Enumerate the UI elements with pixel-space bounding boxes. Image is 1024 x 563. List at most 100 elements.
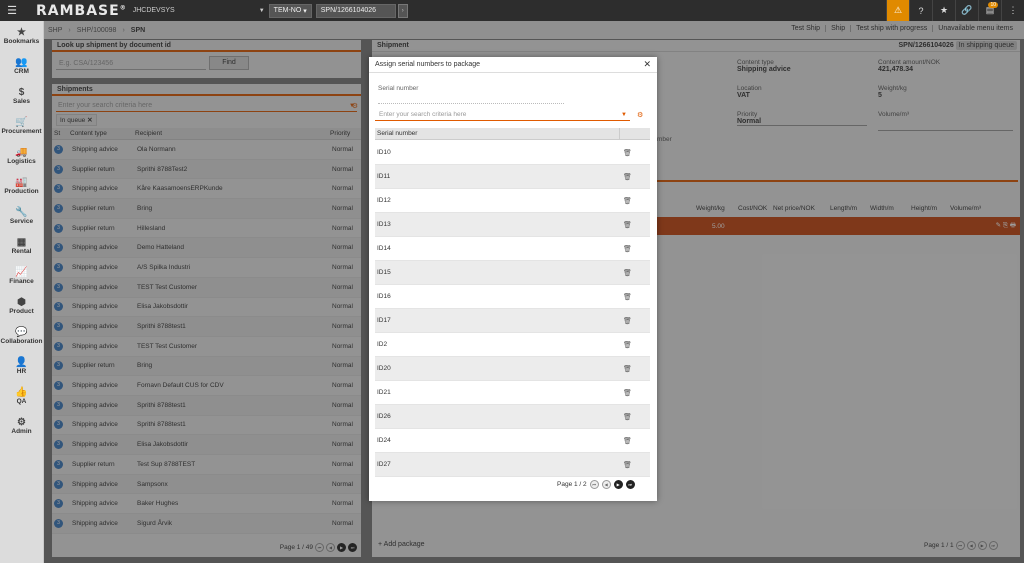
sidebar-item-qa[interactable]: 👍 QA <box>0 381 43 411</box>
trash-icon[interactable]: 🗑 <box>623 341 632 349</box>
brand-logo: RAMBASE® <box>36 2 127 19</box>
go-button[interactable]: › <box>397 3 408 18</box>
star-icon[interactable]: ★ <box>932 0 955 21</box>
trash-icon[interactable]: 🗑 <box>623 221 632 229</box>
prev-page-button[interactable]: ◀ <box>601 480 611 489</box>
assign-serial-dialog: Assign serial numbers to package ✕ Serial… <box>369 57 657 501</box>
sidebar-item-label: Logistics <box>7 158 36 165</box>
list-item[interactable]: ID26 🗑 <box>375 405 650 429</box>
list-item[interactable]: ID14 🗑 <box>375 237 650 261</box>
help-icon[interactable]: ? <box>909 0 932 21</box>
serial-value: ID20 <box>377 365 391 372</box>
serial-value: ID15 <box>377 269 391 276</box>
serial-value: ID12 <box>377 197 391 204</box>
serial-value: ID24 <box>377 437 391 444</box>
chevron-down-icon[interactable]: ▼ <box>617 112 627 118</box>
sidebar-item-label: QA <box>16 398 27 405</box>
thumbs-up-icon: 👍 <box>15 387 28 398</box>
chat-icon: 💬 <box>15 327 28 338</box>
list-item[interactable]: ID20 🗑 <box>375 357 650 381</box>
star-icon: ★ <box>17 27 26 38</box>
top-bar: ☰ RAMBASE® JHCDEVSYS ▼ TEM-NO ▾ SPN/1266… <box>0 0 1024 21</box>
sidebar-item-rental[interactable]: ▦ Rental <box>0 231 43 261</box>
sidebar-item-service[interactable]: 🔧 Service <box>0 201 43 231</box>
serial-search-input[interactable]: Enter your search criteria here ▼ <box>375 109 630 121</box>
trash-icon[interactable]: 🗑 <box>623 245 632 253</box>
wrench-icon: 🔧 <box>15 207 28 218</box>
trash-icon[interactable]: 🗑 <box>623 317 632 325</box>
sidebar-item-label: Bookmarks <box>3 38 40 45</box>
sidebar-item-hr[interactable]: 👤 HR <box>0 351 43 381</box>
trash-icon[interactable]: 🗑 <box>623 293 632 301</box>
document-input[interactable]: SPN/1266104026 <box>315 3 396 18</box>
menu-icon[interactable]: ☰ <box>2 0 22 21</box>
person-icon: 👤 <box>15 357 28 368</box>
trash-icon[interactable]: 🗑 <box>623 365 632 373</box>
serial-value: ID21 <box>377 389 391 396</box>
serial-value: ID27 <box>377 461 391 468</box>
money-bag-icon: $ <box>18 87 25 98</box>
sidebar-item-production[interactable]: 🏭 Production <box>0 171 43 201</box>
sidebar-item-label: Rental <box>11 248 32 255</box>
list-item[interactable]: ID13 🗑 <box>375 213 650 237</box>
trash-icon[interactable]: 🗑 <box>623 269 632 277</box>
first-page-button[interactable]: ⏮ <box>589 480 599 489</box>
sidebar-item-sales[interactable]: $ Sales <box>0 81 43 111</box>
list-item[interactable]: ID21 🗑 <box>375 381 650 405</box>
trash-icon[interactable]: 🗑 <box>623 461 632 469</box>
chart-icon: 📈 <box>15 267 28 278</box>
search-placeholder: Enter your search criteria here <box>379 111 467 118</box>
sidebar-item-label: CRM <box>14 68 29 75</box>
serial-value: ID26 <box>377 413 391 420</box>
serial-value: ID11 <box>377 173 391 180</box>
sidebar-item-finance[interactable]: 📈 Finance <box>0 261 43 291</box>
serial-value: ID17 <box>377 317 391 324</box>
caret-down-icon[interactable]: ▼ <box>259 8 265 14</box>
rental-icon: ▦ <box>16 237 27 248</box>
list-item[interactable]: ID10 🗑 <box>375 141 650 165</box>
gear-icon: ⚙ <box>17 417 26 428</box>
serial-number-input[interactable] <box>378 103 564 104</box>
list-item[interactable]: ID11 🗑 <box>375 165 650 189</box>
cart-icon: 🛒 <box>15 117 28 128</box>
close-icon[interactable]: ✕ <box>643 59 651 70</box>
list-item[interactable]: ID15 🗑 <box>375 261 650 285</box>
sidebar-item-crm[interactable]: 👥 CRM <box>0 51 43 81</box>
notification-icon[interactable]: ▤ 10 <box>978 0 1001 21</box>
serial-value: ID13 <box>377 221 391 228</box>
user-menu-icon[interactable]: ⋮ <box>1001 0 1024 21</box>
warning-icon[interactable]: ⚠ <box>886 0 909 21</box>
list-item[interactable]: ID24 🗑 <box>375 429 650 453</box>
page-indicator: Page 1 / 2 <box>557 481 587 488</box>
last-page-button[interactable]: ⏭ <box>625 480 635 489</box>
trash-icon[interactable]: 🗑 <box>623 173 632 181</box>
dialog-title: Assign serial numbers to package <box>375 61 481 68</box>
system-name: JHCDEVSYS <box>132 7 175 14</box>
trash-icon[interactable]: 🗑 <box>623 413 632 421</box>
list-item[interactable]: ID12 🗑 <box>375 189 650 213</box>
factory-icon: 🏭 <box>15 177 28 188</box>
company-select[interactable]: TEM-NO ▾ <box>268 3 312 18</box>
sidebar-item-bookmarks[interactable]: ★ Bookmarks <box>0 21 43 51</box>
sidebar-item-label: Finance <box>9 278 34 285</box>
sidebar-item-admin[interactable]: ⚙ Admin <box>0 411 43 441</box>
sidebar-item-label: Production <box>4 188 39 195</box>
list-item[interactable]: ID2 🗑 <box>375 333 650 357</box>
sidebar-item-logistics[interactable]: 🚚 Logistics <box>0 141 43 171</box>
link-icon[interactable]: 🔗 <box>955 0 978 21</box>
trash-icon[interactable]: 🗑 <box>623 437 632 445</box>
sidebar-item-procurement[interactable]: 🛒 Procurement <box>0 111 43 141</box>
filter-settings-icon[interactable]: ⚙ <box>637 111 643 119</box>
list-item[interactable]: ID27 🗑 <box>375 453 650 477</box>
serial-value: ID10 <box>377 149 391 156</box>
list-item[interactable]: ID17 🗑 <box>375 309 650 333</box>
trash-icon[interactable]: 🗑 <box>623 149 632 157</box>
trash-icon[interactable]: 🗑 <box>623 197 632 205</box>
serial-number-label: Serial number <box>378 85 419 92</box>
sidebar-item-product[interactable]: ⬢ Product <box>0 291 43 321</box>
col-serial-number[interactable]: Serial number <box>377 130 417 137</box>
sidebar-item-collaboration[interactable]: 💬 Collaboration <box>0 321 43 351</box>
list-item[interactable]: ID16 🗑 <box>375 285 650 309</box>
trash-icon[interactable]: 🗑 <box>623 389 632 397</box>
next-page-button[interactable]: ▶ <box>613 480 623 489</box>
